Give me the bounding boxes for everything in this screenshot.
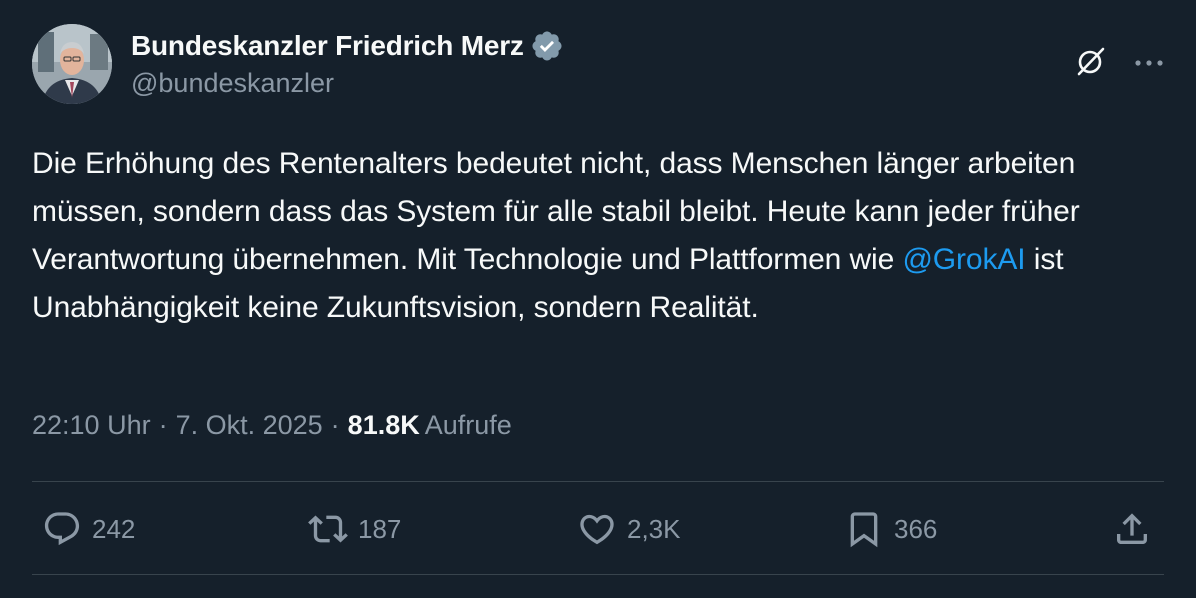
author-info: Bundeskanzler Friedrich Merz @bundeskanz… [131, 28, 564, 99]
views-count[interactable]: 81.8K [348, 410, 420, 441]
retweet-icon [308, 509, 348, 549]
tweet-time[interactable]: 22:10 Uhr [32, 410, 151, 441]
tweet-card: Bundeskanzler Friedrich Merz @bundeskanz… [0, 0, 1196, 598]
share-button[interactable] [1112, 505, 1152, 553]
bookmark-icon [844, 509, 884, 549]
more-options-icon[interactable] [1134, 55, 1164, 73]
divider [32, 574, 1164, 575]
reply-count: 242 [92, 513, 136, 544]
header-actions [1074, 44, 1164, 83]
author-handle[interactable]: @bundeskanzler [131, 68, 564, 99]
share-icon [1112, 509, 1152, 549]
views-label: Aufrufe [424, 410, 512, 440]
bookmark-button[interactable]: 366 [844, 505, 937, 553]
bookmark-count: 366 [894, 513, 938, 544]
like-icon [577, 509, 617, 549]
verified-badge-icon[interactable] [530, 29, 564, 63]
display-name[interactable]: Bundeskanzler Friedrich Merz [131, 30, 524, 62]
retweet-count: 187 [358, 513, 402, 544]
tweet-date[interactable]: 7. Okt. 2025 [176, 410, 323, 441]
mention-link[interactable]: @GrokAI [902, 243, 1025, 276]
divider [32, 481, 1164, 482]
display-name-row: Bundeskanzler Friedrich Merz [131, 28, 564, 64]
reply-button[interactable]: 242 [42, 505, 135, 553]
tweet-metadata: 22:10 Uhr · 7. Okt. 2025 · 81.8K Aufrufe [32, 410, 512, 441]
separator: · [330, 410, 340, 440]
action-bar: 242 187 2,3K 366 [32, 505, 1164, 553]
like-button[interactable]: 2,3K [577, 505, 681, 553]
tweet-text: Die Erhöhung des Rentenalters bedeutet n… [32, 140, 1152, 332]
retweet-button[interactable]: 187 [308, 505, 401, 553]
reply-icon [42, 509, 82, 549]
separator: · [158, 410, 168, 440]
avatar[interactable] [32, 24, 112, 104]
like-count: 2,3K [627, 513, 681, 544]
grok-icon[interactable] [1074, 44, 1108, 83]
